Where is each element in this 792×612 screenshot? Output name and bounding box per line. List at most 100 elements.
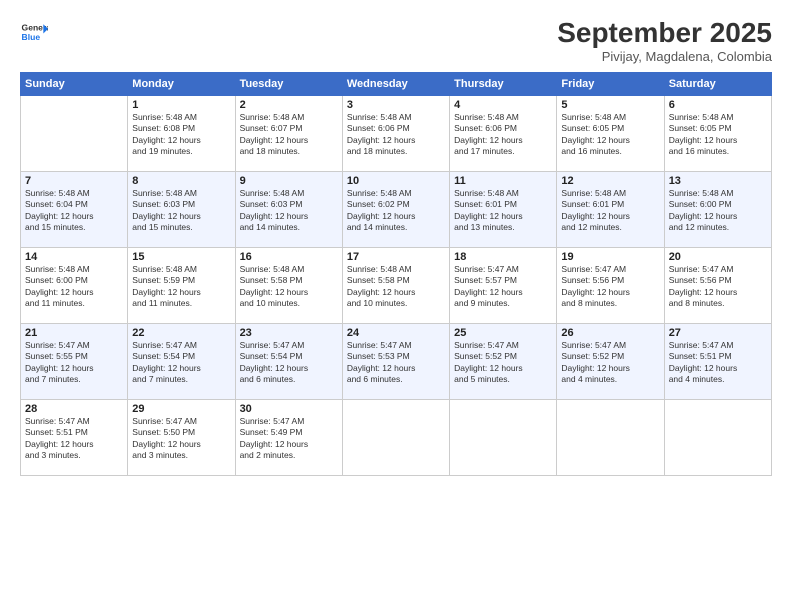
- header: General Blue September 2025 Pivijay, Mag…: [20, 18, 772, 64]
- calendar-cell: [557, 399, 664, 475]
- calendar-cell: 17Sunrise: 5:48 AM Sunset: 5:58 PM Dayli…: [342, 247, 449, 323]
- day-number: 18: [454, 251, 552, 263]
- day-info: Sunrise: 5:48 AM Sunset: 5:58 PM Dayligh…: [347, 264, 445, 310]
- day-number: 11: [454, 175, 552, 187]
- calendar-cell: 28Sunrise: 5:47 AM Sunset: 5:51 PM Dayli…: [21, 399, 128, 475]
- day-number: 6: [669, 99, 767, 111]
- week-row-5: 28Sunrise: 5:47 AM Sunset: 5:51 PM Dayli…: [21, 399, 772, 475]
- calendar-cell: 24Sunrise: 5:47 AM Sunset: 5:53 PM Dayli…: [342, 323, 449, 399]
- calendar-cell: [664, 399, 771, 475]
- day-info: Sunrise: 5:47 AM Sunset: 5:52 PM Dayligh…: [561, 340, 659, 386]
- day-info: Sunrise: 5:48 AM Sunset: 6:04 PM Dayligh…: [25, 188, 123, 234]
- calendar-cell: 15Sunrise: 5:48 AM Sunset: 5:59 PM Dayli…: [128, 247, 235, 323]
- day-info: Sunrise: 5:48 AM Sunset: 6:01 PM Dayligh…: [561, 188, 659, 234]
- calendar-cell: 9Sunrise: 5:48 AM Sunset: 6:03 PM Daylig…: [235, 171, 342, 247]
- week-row-2: 7Sunrise: 5:48 AM Sunset: 6:04 PM Daylig…: [21, 171, 772, 247]
- calendar-cell: 18Sunrise: 5:47 AM Sunset: 5:57 PM Dayli…: [450, 247, 557, 323]
- day-number: 24: [347, 327, 445, 339]
- day-number: 19: [561, 251, 659, 263]
- svg-text:Blue: Blue: [22, 32, 41, 42]
- day-number: 26: [561, 327, 659, 339]
- weekday-header-thursday: Thursday: [450, 72, 557, 95]
- calendar-cell: 13Sunrise: 5:48 AM Sunset: 6:00 PM Dayli…: [664, 171, 771, 247]
- page: General Blue September 2025 Pivijay, Mag…: [0, 0, 792, 612]
- day-info: Sunrise: 5:47 AM Sunset: 5:56 PM Dayligh…: [561, 264, 659, 310]
- calendar-table: SundayMondayTuesdayWednesdayThursdayFrid…: [20, 72, 772, 476]
- day-info: Sunrise: 5:48 AM Sunset: 6:02 PM Dayligh…: [347, 188, 445, 234]
- day-info: Sunrise: 5:48 AM Sunset: 6:03 PM Dayligh…: [240, 188, 338, 234]
- day-info: Sunrise: 5:47 AM Sunset: 5:52 PM Dayligh…: [454, 340, 552, 386]
- calendar-cell: 1Sunrise: 5:48 AM Sunset: 6:08 PM Daylig…: [128, 95, 235, 171]
- day-info: Sunrise: 5:48 AM Sunset: 5:59 PM Dayligh…: [132, 264, 230, 310]
- day-info: Sunrise: 5:47 AM Sunset: 5:54 PM Dayligh…: [240, 340, 338, 386]
- day-info: Sunrise: 5:47 AM Sunset: 5:49 PM Dayligh…: [240, 416, 338, 462]
- day-info: Sunrise: 5:47 AM Sunset: 5:54 PM Dayligh…: [132, 340, 230, 386]
- day-info: Sunrise: 5:48 AM Sunset: 6:01 PM Dayligh…: [454, 188, 552, 234]
- weekday-header-wednesday: Wednesday: [342, 72, 449, 95]
- day-number: 8: [132, 175, 230, 187]
- day-info: Sunrise: 5:48 AM Sunset: 6:07 PM Dayligh…: [240, 112, 338, 158]
- calendar-cell: 2Sunrise: 5:48 AM Sunset: 6:07 PM Daylig…: [235, 95, 342, 171]
- day-number: 2: [240, 99, 338, 111]
- title-block: September 2025 Pivijay, Magdalena, Colom…: [557, 18, 772, 64]
- calendar-cell: 22Sunrise: 5:47 AM Sunset: 5:54 PM Dayli…: [128, 323, 235, 399]
- calendar-cell: 30Sunrise: 5:47 AM Sunset: 5:49 PM Dayli…: [235, 399, 342, 475]
- day-number: 10: [347, 175, 445, 187]
- calendar-cell: 6Sunrise: 5:48 AM Sunset: 6:05 PM Daylig…: [664, 95, 771, 171]
- day-info: Sunrise: 5:48 AM Sunset: 6:05 PM Dayligh…: [669, 112, 767, 158]
- calendar-cell: [21, 95, 128, 171]
- month-title: September 2025: [557, 18, 772, 49]
- day-number: 25: [454, 327, 552, 339]
- day-info: Sunrise: 5:48 AM Sunset: 6:03 PM Dayligh…: [132, 188, 230, 234]
- week-row-1: 1Sunrise: 5:48 AM Sunset: 6:08 PM Daylig…: [21, 95, 772, 171]
- calendar-cell: 27Sunrise: 5:47 AM Sunset: 5:51 PM Dayli…: [664, 323, 771, 399]
- calendar-cell: 5Sunrise: 5:48 AM Sunset: 6:05 PM Daylig…: [557, 95, 664, 171]
- calendar-cell: 12Sunrise: 5:48 AM Sunset: 6:01 PM Dayli…: [557, 171, 664, 247]
- day-info: Sunrise: 5:48 AM Sunset: 5:58 PM Dayligh…: [240, 264, 338, 310]
- day-number: 4: [454, 99, 552, 111]
- calendar-cell: [450, 399, 557, 475]
- day-number: 29: [132, 403, 230, 415]
- day-number: 17: [347, 251, 445, 263]
- day-number: 30: [240, 403, 338, 415]
- day-info: Sunrise: 5:47 AM Sunset: 5:50 PM Dayligh…: [132, 416, 230, 462]
- weekday-header-monday: Monday: [128, 72, 235, 95]
- day-info: Sunrise: 5:47 AM Sunset: 5:53 PM Dayligh…: [347, 340, 445, 386]
- day-number: 12: [561, 175, 659, 187]
- day-number: 23: [240, 327, 338, 339]
- calendar-cell: 25Sunrise: 5:47 AM Sunset: 5:52 PM Dayli…: [450, 323, 557, 399]
- day-info: Sunrise: 5:47 AM Sunset: 5:51 PM Dayligh…: [25, 416, 123, 462]
- day-number: 14: [25, 251, 123, 263]
- weekday-header-sunday: Sunday: [21, 72, 128, 95]
- day-number: 15: [132, 251, 230, 263]
- calendar-cell: 11Sunrise: 5:48 AM Sunset: 6:01 PM Dayli…: [450, 171, 557, 247]
- day-info: Sunrise: 5:48 AM Sunset: 6:06 PM Dayligh…: [347, 112, 445, 158]
- calendar-cell: 16Sunrise: 5:48 AM Sunset: 5:58 PM Dayli…: [235, 247, 342, 323]
- weekday-header-tuesday: Tuesday: [235, 72, 342, 95]
- weekday-header-friday: Friday: [557, 72, 664, 95]
- day-info: Sunrise: 5:47 AM Sunset: 5:56 PM Dayligh…: [669, 264, 767, 310]
- day-number: 7: [25, 175, 123, 187]
- day-number: 5: [561, 99, 659, 111]
- calendar-cell: 26Sunrise: 5:47 AM Sunset: 5:52 PM Dayli…: [557, 323, 664, 399]
- day-info: Sunrise: 5:47 AM Sunset: 5:55 PM Dayligh…: [25, 340, 123, 386]
- day-info: Sunrise: 5:48 AM Sunset: 6:00 PM Dayligh…: [669, 188, 767, 234]
- calendar-cell: 3Sunrise: 5:48 AM Sunset: 6:06 PM Daylig…: [342, 95, 449, 171]
- day-info: Sunrise: 5:48 AM Sunset: 6:08 PM Dayligh…: [132, 112, 230, 158]
- calendar-cell: 10Sunrise: 5:48 AM Sunset: 6:02 PM Dayli…: [342, 171, 449, 247]
- calendar-cell: 23Sunrise: 5:47 AM Sunset: 5:54 PM Dayli…: [235, 323, 342, 399]
- calendar-cell: 19Sunrise: 5:47 AM Sunset: 5:56 PM Dayli…: [557, 247, 664, 323]
- day-number: 9: [240, 175, 338, 187]
- day-number: 16: [240, 251, 338, 263]
- day-number: 27: [669, 327, 767, 339]
- week-row-4: 21Sunrise: 5:47 AM Sunset: 5:55 PM Dayli…: [21, 323, 772, 399]
- weekday-header-saturday: Saturday: [664, 72, 771, 95]
- calendar-cell: 4Sunrise: 5:48 AM Sunset: 6:06 PM Daylig…: [450, 95, 557, 171]
- calendar-cell: 29Sunrise: 5:47 AM Sunset: 5:50 PM Dayli…: [128, 399, 235, 475]
- day-info: Sunrise: 5:48 AM Sunset: 6:00 PM Dayligh…: [25, 264, 123, 310]
- calendar-cell: 7Sunrise: 5:48 AM Sunset: 6:04 PM Daylig…: [21, 171, 128, 247]
- logo-icon: General Blue: [20, 18, 48, 46]
- day-number: 28: [25, 403, 123, 415]
- weekday-header-row: SundayMondayTuesdayWednesdayThursdayFrid…: [21, 72, 772, 95]
- day-number: 22: [132, 327, 230, 339]
